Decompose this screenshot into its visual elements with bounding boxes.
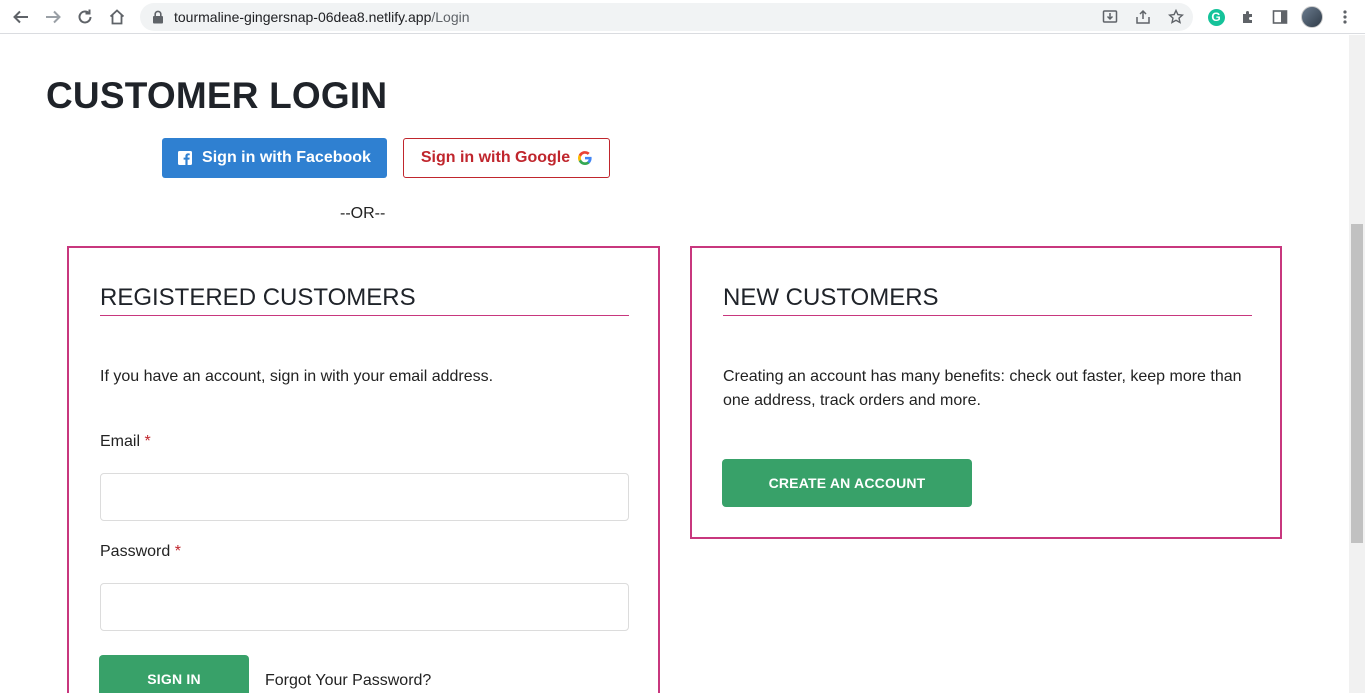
side-panel-button[interactable] — [1269, 6, 1291, 28]
home-button[interactable] — [104, 4, 130, 30]
arrow-right-icon — [46, 10, 61, 24]
reload-button[interactable] — [72, 4, 98, 30]
sign-in-button[interactable]: SIGN IN — [99, 655, 249, 693]
email-label: Email * — [100, 433, 151, 451]
heading-divider — [723, 315, 1252, 316]
back-button[interactable] — [8, 4, 34, 30]
bookmark-button[interactable] — [1166, 7, 1186, 27]
registered-customers-heading: REGISTERED CUSTOMERS — [100, 284, 416, 311]
arrow-left-icon — [13, 10, 28, 24]
puzzle-icon — [1243, 11, 1252, 23]
side-panel-icon — [1272, 10, 1288, 24]
password-input[interactable] — [100, 583, 629, 631]
page-title: CUSTOMER LOGIN — [46, 75, 388, 116]
page-content: CUSTOMER LOGIN Sign in with Facebook Sig… — [0, 35, 1349, 693]
registered-intro-text: If you have an account, sign in with you… — [100, 368, 494, 385]
address-bar[interactable]: tourmaline-gingersnap-06dea8.netlify.app… — [140, 3, 1193, 31]
grammarly-extension[interactable]: G — [1205, 6, 1227, 28]
install-app-button[interactable] — [1100, 7, 1120, 27]
grammarly-icon: G — [1207, 8, 1225, 26]
email-label-text: Email — [100, 433, 141, 450]
google-sign-in-label: Sign in with Google — [420, 149, 571, 166]
forgot-password-link[interactable]: Forgot Your Password? — [265, 672, 431, 690]
url-text: tourmaline-gingersnap-06dea8.netlify.app… — [174, 9, 470, 25]
new-customers-heading: NEW CUSTOMERS — [723, 284, 939, 311]
extensions-button[interactable] — [1237, 6, 1259, 28]
menu-button[interactable] — [1334, 6, 1356, 28]
facebook-sign-in-label: Sign in with Facebook — [202, 149, 371, 166]
profile-button[interactable] — [1301, 6, 1323, 28]
share-button[interactable] — [1133, 7, 1153, 27]
share-icon — [1136, 9, 1150, 24]
url-path: /Login — [431, 9, 470, 25]
avatar — [1301, 6, 1323, 28]
create-account-button[interactable]: CREATE AN ACCOUNT — [722, 459, 972, 507]
url-host: tourmaline-gingersnap-06dea8.netlify.app — [174, 9, 432, 25]
google-sign-in-button[interactable]: Sign in with Google — [403, 138, 610, 178]
facebook-icon — [178, 151, 193, 165]
required-mark: * — [174, 543, 181, 560]
facebook-sign-in-button[interactable]: Sign in with Facebook — [162, 138, 387, 178]
scrollbar-thumb[interactable] — [1351, 224, 1363, 543]
password-label: Password * — [100, 543, 181, 561]
heading-divider — [100, 315, 629, 316]
or-divider: --OR-- — [340, 205, 386, 222]
install-icon — [1102, 10, 1118, 23]
forward-button[interactable] — [40, 4, 66, 30]
new-customers-panel: NEW CUSTOMERS Creating an account has ma… — [690, 246, 1282, 539]
lock-icon — [153, 10, 163, 24]
star-icon — [1168, 9, 1184, 24]
password-label-text: Password — [100, 543, 171, 560]
reload-icon — [78, 9, 92, 24]
browser-toolbar: tourmaline-gingersnap-06dea8.netlify.app… — [0, 0, 1365, 34]
email-input[interactable] — [100, 473, 629, 521]
new-customers-intro-text: Creating an account has many benefits: c… — [723, 368, 1242, 409]
kebab-menu-icon — [1343, 10, 1347, 24]
google-icon — [578, 151, 592, 165]
home-icon — [109, 9, 125, 25]
page-scrollbar[interactable] — [1349, 35, 1365, 693]
required-mark: * — [144, 433, 151, 450]
registered-customers-panel: REGISTERED CUSTOMERS If you have an acco… — [67, 246, 660, 693]
